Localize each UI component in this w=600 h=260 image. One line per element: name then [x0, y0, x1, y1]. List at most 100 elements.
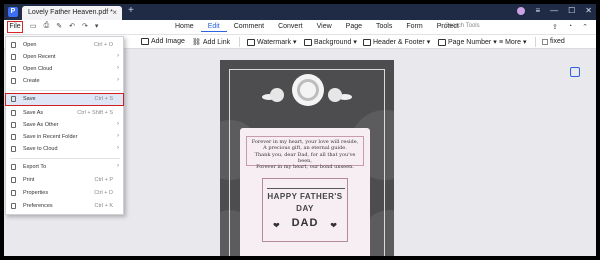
menu-item-shortcut: Ctrl + K — [94, 203, 114, 209]
menu-view[interactable]: View — [310, 23, 339, 32]
undo-icon[interactable]: ↶ — [69, 22, 75, 30]
header-footer-label: Header & Footer — [373, 38, 425, 46]
menu-item-save-as[interactable]: Save As Ctrl + Shift + S — [6, 108, 123, 119]
print-icon[interactable]: ⎙ — [44, 22, 50, 30]
maximize-icon[interactable]: ☐ — [568, 6, 575, 15]
menu-item-label: Properties — [23, 190, 49, 196]
watermark-button[interactable]: Watermark ▾ — [247, 38, 296, 46]
fixed-checkbox[interactable]: fixed — [542, 38, 565, 45]
header-footer-button[interactable]: Header & Footer ▾ — [363, 38, 430, 46]
chevron-down-icon: ▾ — [523, 39, 527, 46]
save-icon — [11, 96, 16, 102]
gear-icon — [11, 203, 16, 209]
menu-item-export-to[interactable]: Export To › — [6, 162, 123, 173]
menu-item-create[interactable]: Create › — [6, 76, 123, 87]
print-icon — [11, 177, 16, 183]
background-button[interactable]: Background ▾ — [304, 38, 357, 46]
menu-item-label: Open — [23, 42, 37, 48]
menu-item-label: Save As — [23, 110, 44, 116]
page-number-button[interactable]: Page Number ▾ — [438, 38, 497, 46]
save-as-icon — [11, 110, 16, 116]
save-icon[interactable]: ▭ — [30, 22, 37, 30]
menu-convert[interactable]: Convert — [271, 23, 310, 32]
poem-text-box[interactable]: Forever in my heart, your love will resi… — [246, 136, 364, 170]
image-icon — [141, 38, 149, 45]
menu-item-label: Open Cloud — [23, 66, 53, 72]
toolbar-divider — [535, 37, 536, 47]
menu-item-open-cloud[interactable]: Open Cloud › — [6, 64, 123, 75]
poem-line: Thank you, dear Dad, for all that you've… — [254, 151, 356, 164]
save-other-icon — [11, 122, 16, 128]
flower-decoration — [270, 88, 284, 102]
folder-icon — [11, 134, 16, 140]
menu-item-save[interactable]: Save Ctrl + S — [5, 93, 124, 106]
app-window: P Lovely Father Heaven.pdf * × + ≡ — ☐ ✕… — [4, 4, 596, 256]
new-tab-button[interactable]: + — [128, 5, 134, 16]
add-link-button[interactable]: ⛓ Add Link — [192, 38, 231, 47]
greeting-line-1: HAPPY FATHER'S — [267, 192, 343, 201]
collapse-icon[interactable]: ⌃ — [582, 23, 588, 31]
background-icon — [304, 38, 312, 46]
menu-item-label: Save to Cloud — [23, 146, 58, 152]
window-controls: ≡ — ☐ ✕ — [517, 6, 592, 15]
edit-icon[interactable]: ✎ — [56, 22, 62, 30]
chevron-right-icon: › — [117, 163, 119, 169]
title-bar: P Lovely Father Heaven.pdf * × + ≡ — ☐ ✕ — [4, 4, 596, 20]
menu-form[interactable]: Form — [399, 23, 429, 32]
main-menu: Home Edit Comment Convert View Page Tool… — [168, 23, 466, 32]
menu-item-preferences[interactable]: Preferences Ctrl + K — [6, 201, 123, 212]
menu-item-label: Print — [23, 177, 35, 183]
menu-home[interactable]: Home — [168, 23, 201, 32]
menu-edit[interactable]: Edit — [200, 23, 227, 32]
chevron-right-icon: › — [117, 65, 119, 71]
menu-comment[interactable]: Comment — [227, 23, 271, 32]
menu-item-open-recent[interactable]: Open Recent › — [6, 52, 123, 63]
menu-item-save-in-recent-folder[interactable]: Save in Recent Folder › — [6, 132, 123, 143]
cloud-icon — [11, 66, 16, 72]
menu-bar-right-icons: ⇪ ◔ ⌃ — [552, 23, 588, 31]
menu-item-save-to-cloud[interactable]: Save to Cloud › — [6, 144, 123, 155]
menu-item-label: Create — [23, 78, 40, 84]
upload-icon[interactable]: ⇪ — [552, 23, 558, 31]
menu-item-open[interactable]: Open Ctrl + O — [6, 40, 123, 51]
menu-page[interactable]: Page — [339, 23, 369, 32]
avatar[interactable] — [517, 6, 526, 15]
add-link-label: Add Link — [202, 38, 231, 46]
menu-item-label: Save in Recent Folder — [23, 134, 78, 140]
more-button[interactable]: ≡ More ▾ — [499, 38, 527, 47]
pdf-page[interactable]: Forever in my heart, your love will resi… — [220, 60, 394, 256]
chevron-right-icon: › — [117, 145, 119, 151]
notification-icon[interactable]: ◔ — [568, 23, 572, 31]
clock-icon — [11, 54, 16, 60]
search-tools[interactable]: ⌕ Search Tools — [440, 23, 500, 32]
poem-line: Forever in my heart, our bond unseen. — [256, 164, 354, 171]
file-menu-button[interactable]: File — [7, 21, 23, 33]
menu-tools[interactable]: Tools — [369, 23, 399, 32]
page-tool-icon[interactable] — [570, 67, 580, 77]
customize-icon[interactable]: ▾ — [95, 22, 99, 30]
redo-icon[interactable]: ↷ — [82, 22, 88, 30]
menu-item-save-as-other[interactable]: Save As Other › — [6, 120, 123, 131]
create-icon — [11, 78, 16, 84]
add-image-button[interactable]: Add Image — [141, 38, 185, 45]
menu-item-shortcut: Ctrl + P — [94, 177, 114, 183]
file-dropdown-menu: Open Ctrl + O Open Recent › Open Cloud ›… — [5, 36, 124, 215]
greeting-text-box[interactable]: HAPPY FATHER'S DAY DAD ❤ ❤ — [262, 178, 348, 242]
header-footer-icon — [363, 38, 371, 46]
menu-icon[interactable]: ≡ — [535, 6, 540, 15]
checkbox-icon — [542, 38, 548, 45]
menu-item-label: Save As Other — [23, 122, 59, 128]
close-icon[interactable]: ✕ — [585, 6, 592, 15]
minimize-icon[interactable]: — — [550, 6, 558, 15]
menu-item-shortcut: Ctrl + Shift + S — [77, 110, 113, 116]
menu-item-print[interactable]: Print Ctrl + P — [6, 175, 123, 186]
flower-decoration — [328, 88, 342, 102]
document-tab[interactable]: Lovely Father Heaven.pdf * × — [22, 6, 122, 20]
menu-item-shortcut: Ctrl + O — [93, 42, 113, 48]
document-tab-title: Lovely Father Heaven.pdf * — [28, 9, 113, 16]
menu-item-shortcut: Ctrl + D — [94, 190, 113, 196]
menu-item-properties[interactable]: Properties Ctrl + D — [6, 188, 123, 199]
toolbar-divider — [239, 37, 240, 47]
divider — [267, 188, 345, 189]
close-tab-icon[interactable]: × — [112, 8, 117, 17]
